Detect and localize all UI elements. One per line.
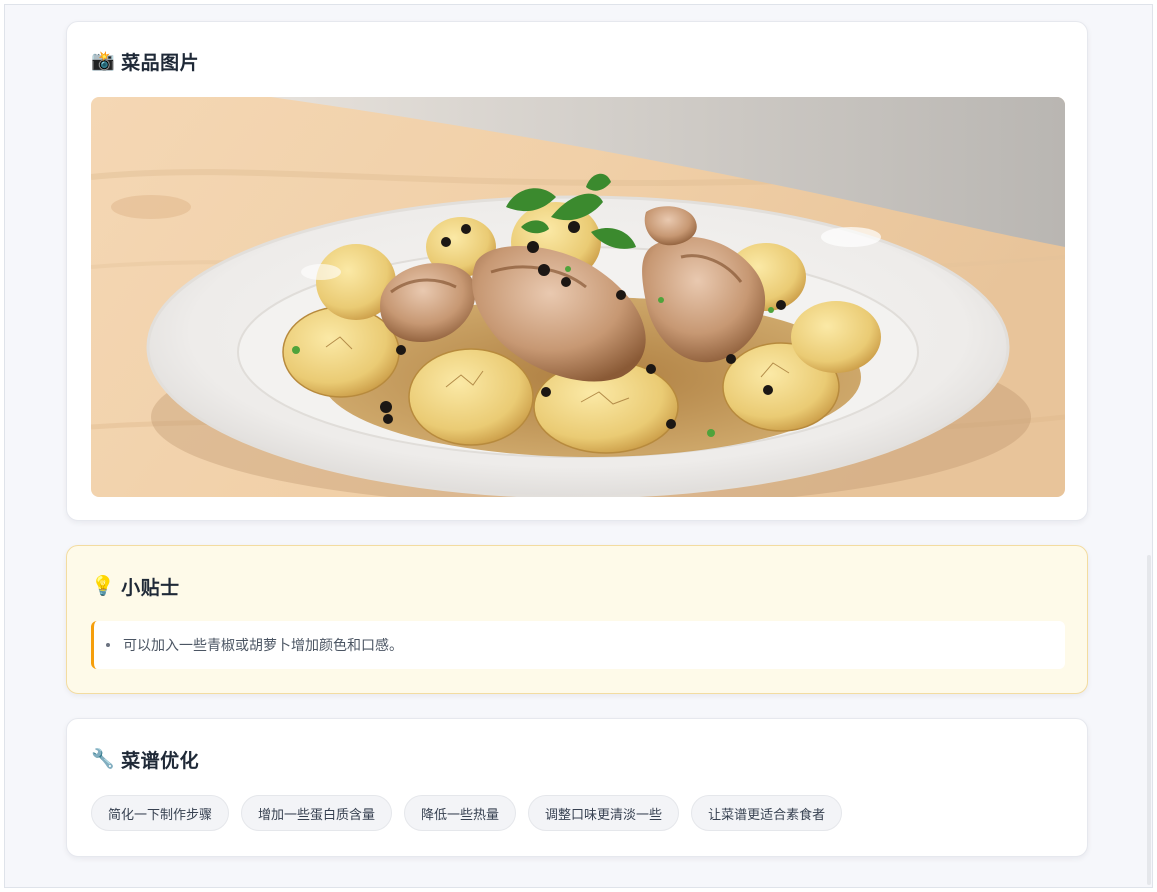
recipe-optimize-heading: 🔧 菜谱优化 bbox=[91, 746, 199, 773]
optimize-lighter-taste-button[interactable]: 调整口味更清淡一些 bbox=[528, 795, 680, 831]
optimize-options: 简化一下制作步骤 增加一些蛋白质含量 降低一些热量 调整口味更清淡一些 让菜谱更… bbox=[91, 795, 843, 831]
scrollbar-thumb[interactable] bbox=[1147, 555, 1151, 885]
tips-title: 小贴士 bbox=[121, 577, 180, 599]
tip-list-item: 可以加入一些青椒或胡萝卜增加颜色和口感。 bbox=[91, 621, 1065, 669]
app-frame: 📸 菜品图片 💡 小贴士 可以加入一些青椒或胡萝卜增加颜色和口感。 🔧 菜谱优化… bbox=[4, 4, 1153, 888]
dish-photo-title: 菜品图片 bbox=[121, 52, 200, 74]
dish-photo bbox=[91, 97, 1065, 497]
optimize-lower-calories-button[interactable]: 降低一些热量 bbox=[404, 795, 517, 831]
scrollbar[interactable] bbox=[1146, 5, 1152, 887]
dish-photo-heading: 📸 菜品图片 bbox=[91, 48, 199, 75]
bullet-icon bbox=[106, 643, 110, 647]
dish-photo-card: 📸 菜品图片 bbox=[66, 21, 1088, 521]
lightbulb-icon: 💡 bbox=[91, 575, 116, 597]
tips-card: 💡 小贴士 可以加入一些青椒或胡萝卜增加颜色和口感。 bbox=[66, 545, 1088, 694]
camera-icon: 📸 bbox=[91, 50, 116, 72]
recipe-optimize-title: 菜谱优化 bbox=[121, 750, 200, 772]
optimize-more-protein-button[interactable]: 增加一些蛋白质含量 bbox=[241, 795, 393, 831]
wrench-icon: 🔧 bbox=[91, 748, 116, 770]
tips-heading: 💡 小贴士 bbox=[91, 573, 180, 600]
tip-text: 可以加入一些青椒或胡萝卜增加颜色和口感。 bbox=[123, 638, 403, 654]
optimize-simplify-steps-button[interactable]: 简化一下制作步骤 bbox=[91, 795, 230, 831]
recipe-optimize-card: 🔧 菜谱优化 简化一下制作步骤 增加一些蛋白质含量 降低一些热量 调整口味更清淡… bbox=[66, 718, 1088, 857]
optimize-vegetarian-button[interactable]: 让菜谱更适合素食者 bbox=[691, 795, 843, 831]
